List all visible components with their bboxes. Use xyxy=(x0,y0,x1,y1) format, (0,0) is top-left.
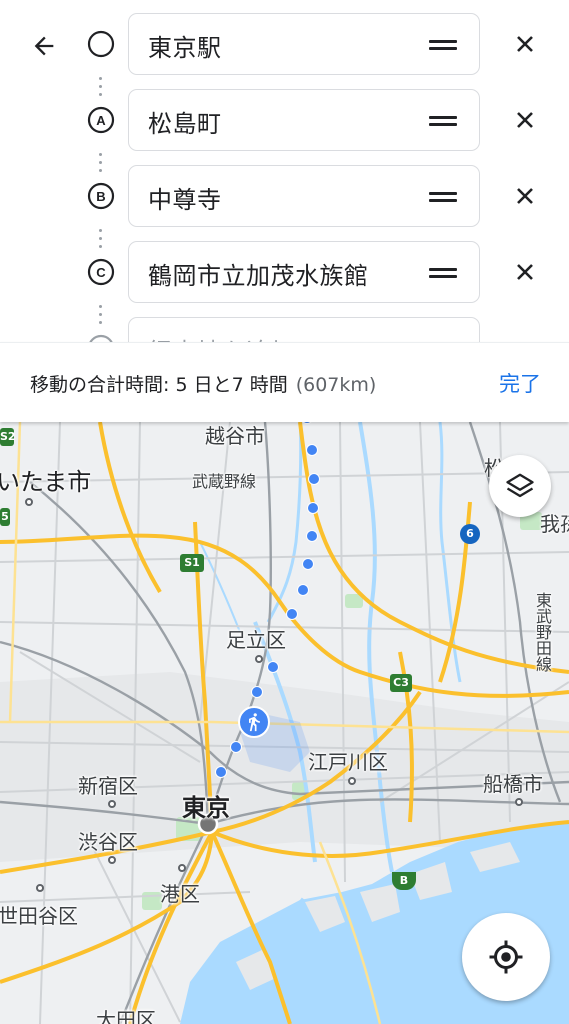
stop-b-field-text: 中尊寺 xyxy=(148,186,222,214)
route-dot xyxy=(297,584,309,596)
route-badge-s2: S2 xyxy=(0,428,16,446)
stop-row-a: A 松島町 xyxy=(0,89,569,151)
route-badge-6: 6 xyxy=(460,524,480,544)
route-dot xyxy=(230,741,242,753)
total-distance: (607km) xyxy=(295,374,377,396)
stop-row-b: B 中尊寺 xyxy=(0,165,569,227)
total-duration-text: 移動の合計時間: 5 日と7 時間 xyxy=(30,374,288,396)
stop-c-marker-icon: C xyxy=(86,257,116,287)
route-editor: 東京駅 A 松島町 B 中尊寺 C 鶴岡市立加茂水族館 xyxy=(0,0,569,342)
done-button[interactable]: 完了 xyxy=(499,368,541,398)
place-dot xyxy=(108,856,116,864)
my-location-button[interactable] xyxy=(462,913,550,1001)
label-ota: 大田区 xyxy=(96,1008,156,1024)
remove-stop-b-button[interactable] xyxy=(506,177,544,215)
route-badge-s1: S1 xyxy=(180,554,204,572)
drag-handle-icon[interactable] xyxy=(429,113,457,129)
route-dot xyxy=(306,530,318,542)
label-musashino-line: 武蔵野線 xyxy=(192,472,257,491)
total-duration: 移動の合計時間: 5 日と7 時間 (607km) xyxy=(30,370,376,397)
layers-button[interactable] xyxy=(489,455,551,517)
stop-a-marker-icon: A xyxy=(86,105,116,135)
stop-row-c: C 鶴岡市立加茂水族館 xyxy=(0,241,569,303)
label-saitama: いたま市 xyxy=(0,468,92,496)
route-summary-bar: 移動の合計時間: 5 日と7 時間 (607km) 完了 xyxy=(0,342,569,422)
add-stop-field[interactable]: 経由地を追加 xyxy=(128,317,480,342)
route-dot xyxy=(307,502,319,514)
stop-b-field[interactable]: 中尊寺 xyxy=(128,165,480,227)
origin-circle-icon xyxy=(86,29,116,59)
remove-stop-a-button[interactable] xyxy=(506,101,544,139)
drag-handle-icon[interactable] xyxy=(429,265,457,281)
stop-row-origin: 東京駅 xyxy=(0,13,569,75)
remove-stop-c-button[interactable] xyxy=(506,253,544,291)
label-shibuya: 渋谷区 xyxy=(78,830,138,854)
label-adachi: 足立区 xyxy=(226,628,286,652)
route-badge-5: 5 xyxy=(0,508,10,526)
origin-field[interactable]: 東京駅 xyxy=(128,13,480,75)
label-minato: 港区 xyxy=(160,882,200,906)
add-stop-marker-icon xyxy=(86,333,116,342)
label-setagaya: 世田谷区 xyxy=(0,904,78,928)
stop-c-field[interactable]: 鶴岡市立加茂水族館 xyxy=(128,241,480,303)
stop-a-field-text: 松島町 xyxy=(148,110,222,138)
place-dot xyxy=(25,498,33,506)
drag-handle-icon[interactable] xyxy=(429,37,457,53)
drag-handle-icon[interactable] xyxy=(429,189,457,205)
route-dot xyxy=(215,766,227,778)
route-dot xyxy=(302,558,314,570)
origin-field-text: 東京駅 xyxy=(148,34,222,62)
walking-icon xyxy=(238,706,270,738)
label-abiko: 我孫 xyxy=(540,512,569,536)
place-dot xyxy=(515,798,523,806)
add-stop-field-text: 経由地を追加 xyxy=(148,332,295,342)
stop-row-add: 経由地を追加 xyxy=(0,317,569,342)
label-tokyo: 東京 xyxy=(182,794,230,822)
label-koshigaya: 越谷市 xyxy=(205,424,265,448)
stop-a-letter: A xyxy=(96,113,106,128)
place-dot xyxy=(108,800,116,808)
layers-icon xyxy=(506,473,534,498)
close-icon xyxy=(517,36,533,52)
route-dot xyxy=(286,608,298,620)
route-badge-c3: C3 xyxy=(390,674,412,692)
label-shinjuku: 新宿区 xyxy=(78,774,138,798)
place-dot xyxy=(36,884,44,892)
stop-b-marker-icon: B xyxy=(86,181,116,211)
stop-c-letter: C xyxy=(96,265,106,280)
map-view[interactable]: S2 5 S1 C3 B 6 越谷市 いたま市 武蔵野線 足立区 江戸川区 新宿… xyxy=(0,422,569,1024)
place-dot xyxy=(255,655,263,663)
place-dot xyxy=(178,864,186,872)
stop-b-letter: B xyxy=(96,189,105,204)
my-location-icon xyxy=(489,940,523,974)
close-icon xyxy=(517,188,533,204)
label-tobu-noda-line: 東武野田線 xyxy=(533,592,552,672)
route-dot xyxy=(306,444,318,456)
route-dot xyxy=(308,473,320,485)
close-icon xyxy=(517,112,533,128)
directions-screen: 東京駅 A 松島町 B 中尊寺 C 鶴岡市立加茂水族館 移動の合計時間: 5 日… xyxy=(0,0,569,1024)
place-dot xyxy=(348,777,356,785)
stop-a-field[interactable]: 松島町 xyxy=(128,89,480,151)
close-icon xyxy=(517,264,533,280)
route-dot xyxy=(251,686,263,698)
remove-origin-button[interactable] xyxy=(506,25,544,63)
stop-c-field-text: 鶴岡市立加茂水族館 xyxy=(148,262,369,290)
label-edogawa: 江戸川区 xyxy=(308,750,388,774)
route-dot xyxy=(267,661,279,673)
label-funabashi: 船橋市 xyxy=(483,772,543,796)
route-badge-b: B xyxy=(392,872,416,890)
